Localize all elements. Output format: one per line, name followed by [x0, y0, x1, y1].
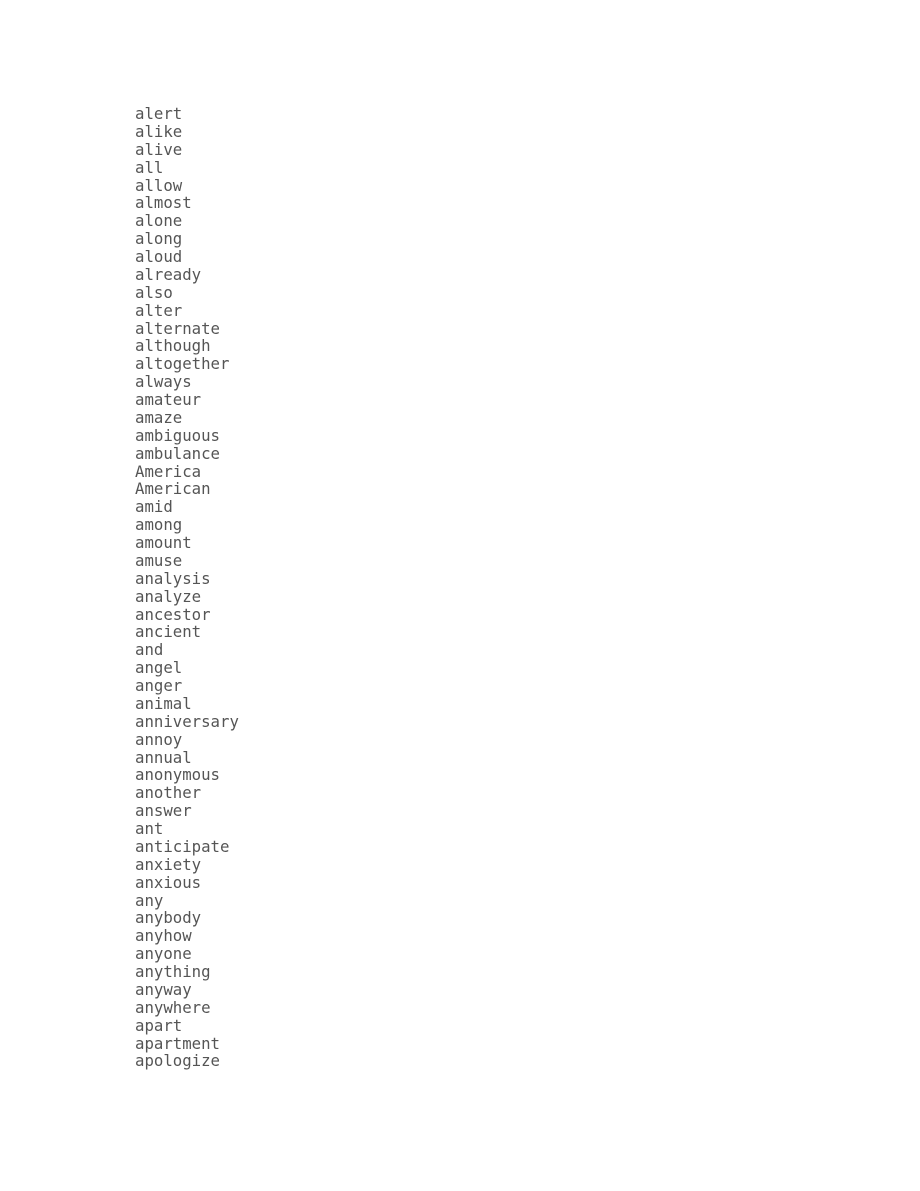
word-list-item: and	[135, 640, 164, 660]
word-list-item: apologize	[135, 1051, 221, 1071]
word-list-item: ambulance	[135, 443, 221, 463]
word-list-item: aloud	[135, 247, 183, 266]
word-list-item: anybody	[135, 908, 202, 928]
word-list-item: anything	[135, 962, 211, 981]
word-list-item: analyze	[135, 586, 202, 606]
word-list-item: angel	[135, 658, 183, 678]
word-list-item: always	[135, 372, 192, 392]
word-list-item: anticipate	[135, 836, 230, 856]
word-list-item: already	[135, 264, 202, 284]
word-list-item: all	[135, 157, 164, 177]
word-list-item: altogether	[135, 354, 230, 374]
word-list-item: almost	[135, 193, 192, 213]
word-list-item: ancient	[135, 622, 202, 642]
word-list-item: amid	[135, 497, 173, 517]
word-list-item: annoy	[135, 729, 183, 749]
word-list-item: answer	[135, 801, 192, 821]
word-list-item: amuse	[135, 550, 183, 570]
word-list: alert alike alive all allow almost alone along a…	[135, 105, 835, 1070]
word-list-item: also	[135, 282, 173, 302]
word-list-item: any	[135, 890, 164, 910]
word-list-item: anger	[135, 676, 183, 695]
word-list-item: another	[135, 783, 202, 803]
word-list-item: alike	[135, 121, 183, 141]
word-list-item: anyway	[135, 979, 192, 999]
word-list-item: along	[135, 229, 183, 249]
word-list-item: anxious	[135, 872, 202, 892]
word-list-item: ambiguous	[135, 425, 221, 445]
document-page: alert alike alive all allow almost alone along a…	[0, 0, 920, 1191]
word-list-item: anxiety	[135, 854, 202, 874]
word-list-item: annual	[135, 747, 192, 767]
word-list-item: anyone	[135, 944, 192, 964]
word-list-item: ant	[135, 819, 164, 838]
word-list-item: alter	[135, 300, 183, 320]
word-list-item: amateur	[135, 390, 202, 409]
word-list-item: alert	[135, 104, 183, 123]
word-list-item: alone	[135, 211, 183, 231]
word-list-item: analysis	[135, 568, 211, 588]
word-list-item: amaze	[135, 407, 183, 427]
word-list-item: America	[135, 461, 202, 481]
word-list-item: among	[135, 515, 183, 535]
word-list-item: animal	[135, 693, 192, 713]
word-list-item: anywhere	[135, 997, 211, 1017]
word-list-item: alternate	[135, 318, 221, 338]
word-list-item: allow	[135, 175, 183, 195]
word-list-item: anniversary	[135, 711, 239, 731]
word-list-item: although	[135, 336, 211, 356]
word-list-item: anyhow	[135, 926, 192, 946]
word-list-item: amount	[135, 533, 192, 552]
word-list-item: American	[135, 479, 211, 499]
word-list-item: anonymous	[135, 765, 221, 785]
word-list-item: alive	[135, 139, 183, 159]
word-list-item: apart	[135, 1015, 183, 1035]
word-list-item: ancestor	[135, 604, 211, 624]
word-list-item: apartment	[135, 1033, 221, 1053]
